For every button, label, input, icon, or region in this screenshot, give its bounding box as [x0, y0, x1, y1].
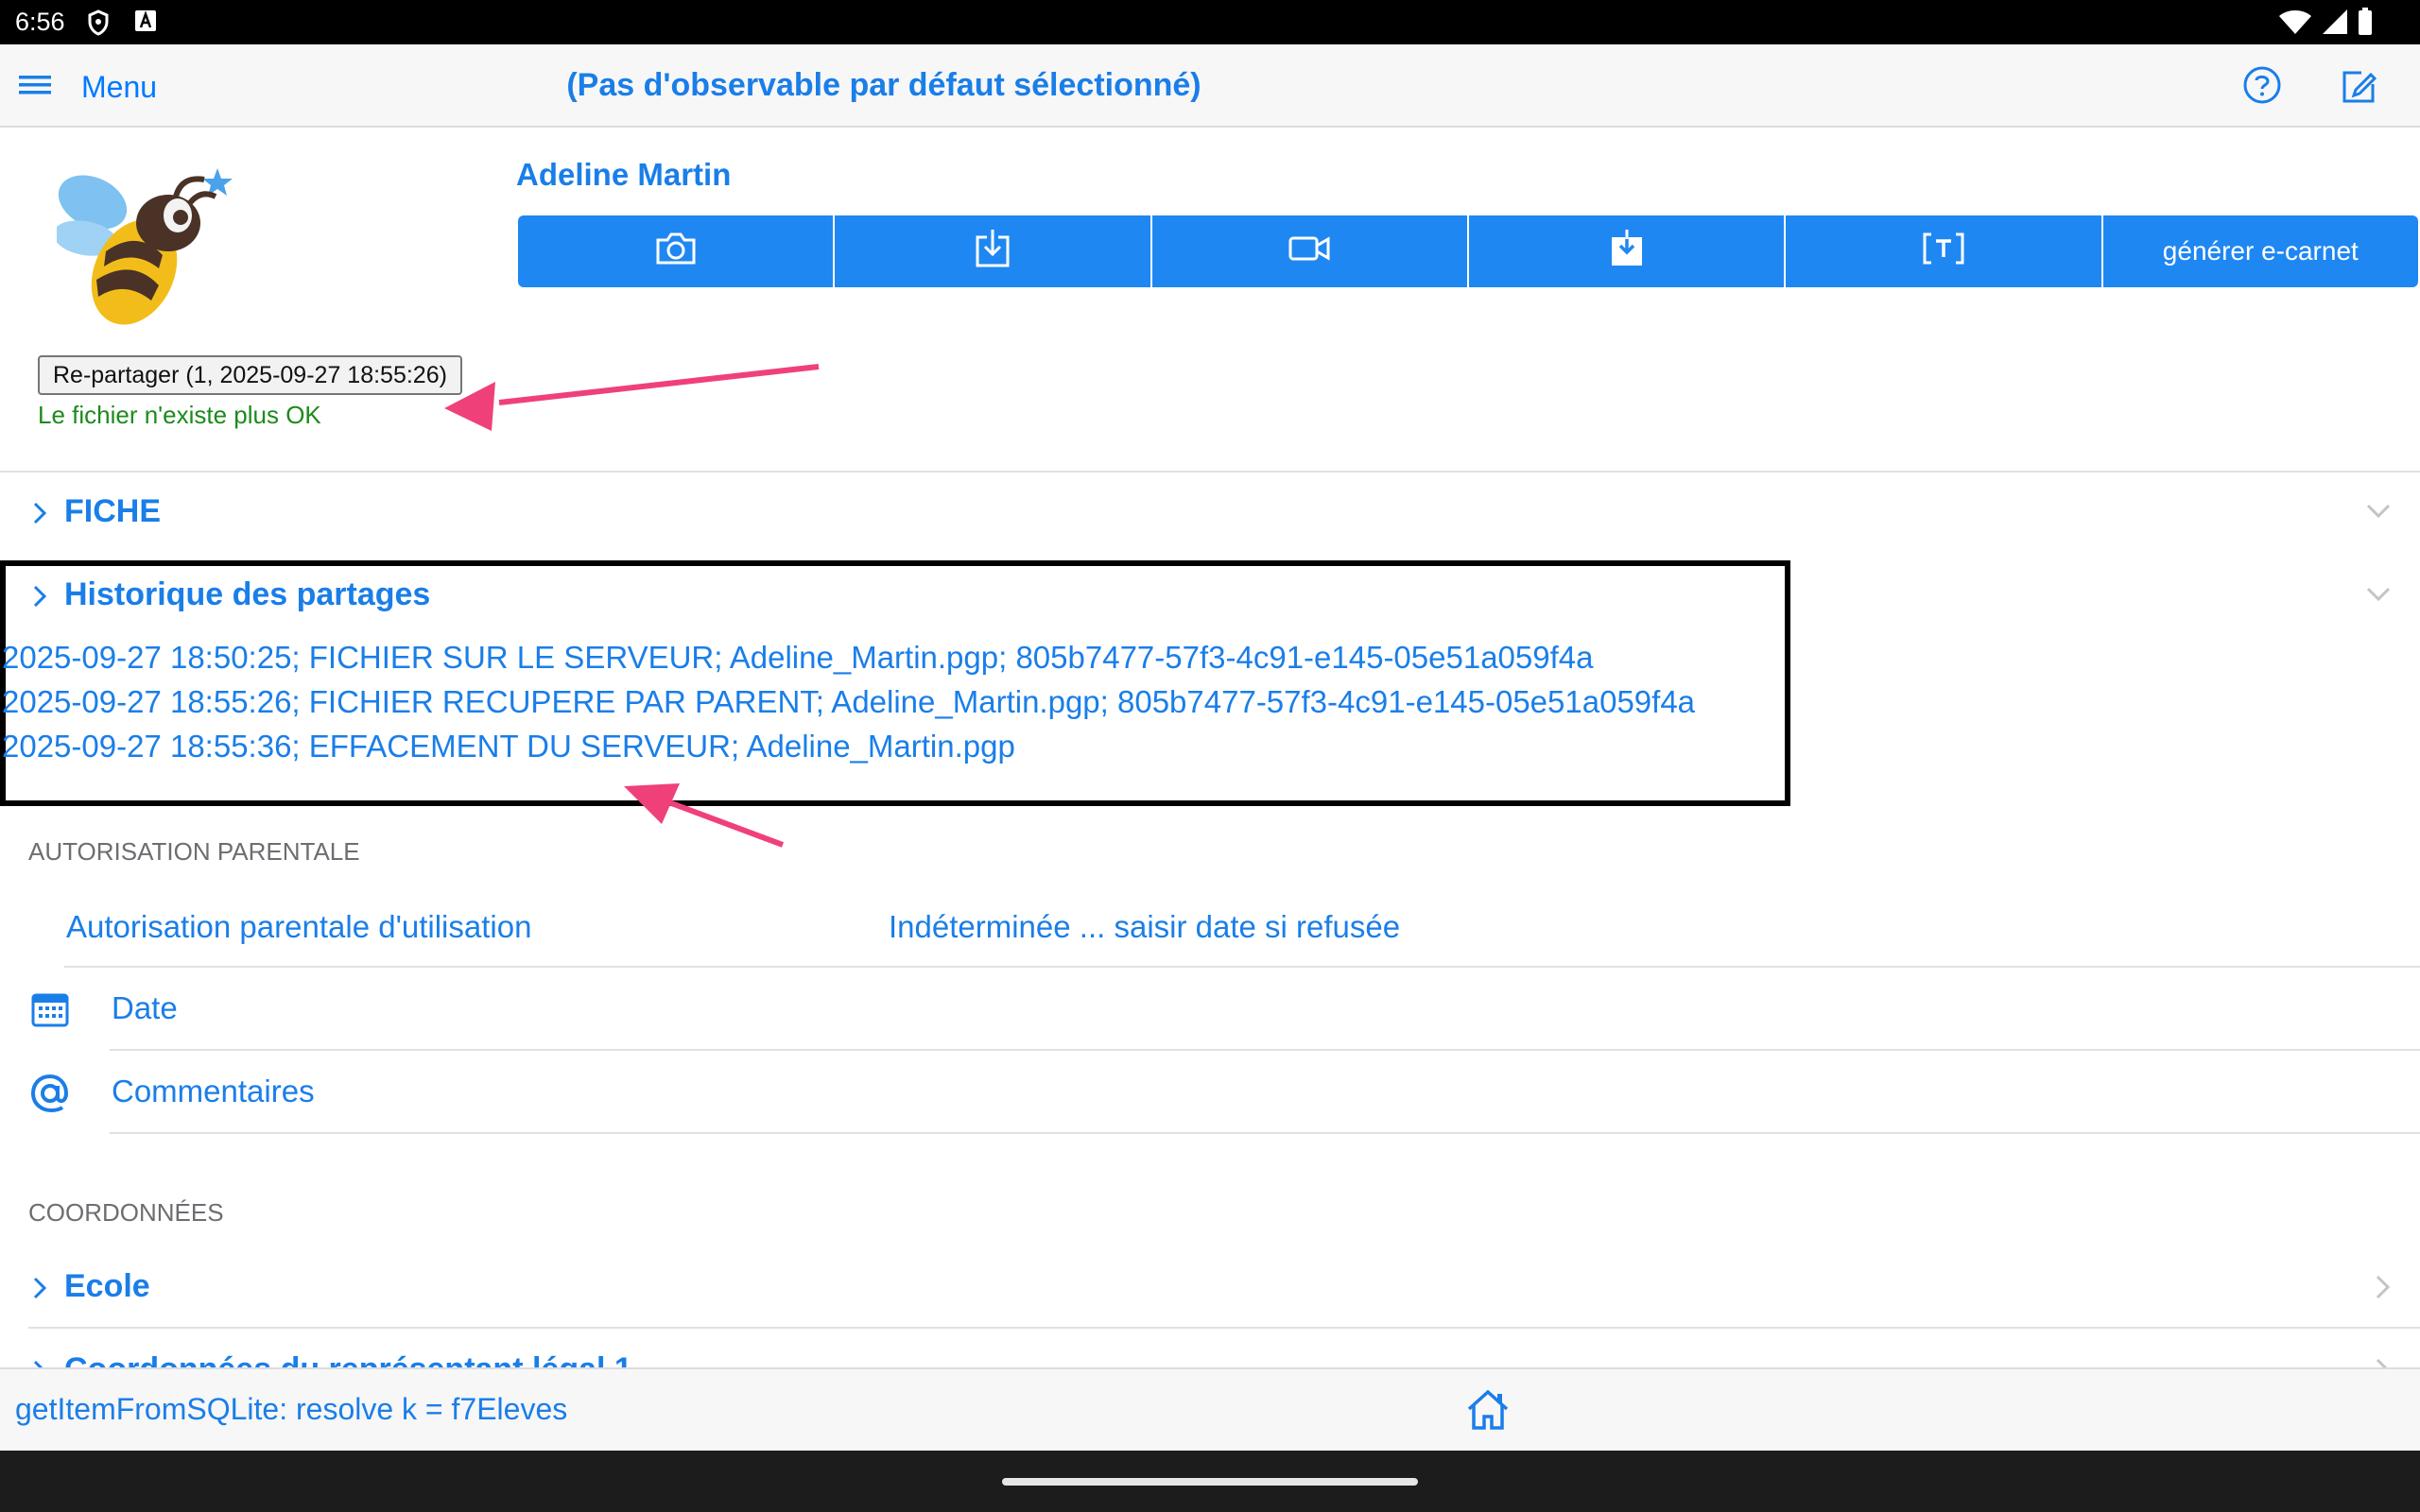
home-gesture-pill[interactable] [1002, 1478, 1418, 1486]
chevron-right-icon [32, 501, 47, 530]
parental-authorization-label: Autorisation parentale d'utilisation [66, 909, 532, 944]
accordion-representant[interactable]: Coordonnées du représentant légal 1 [0, 1342, 2420, 1367]
chevron-right-icon [32, 1276, 47, 1305]
comments-row[interactable]: Commentaires [0, 1062, 2420, 1128]
video-button[interactable] [1151, 215, 1469, 287]
download-filled-button[interactable] [1468, 215, 1787, 287]
keyboard-a-icon [134, 9, 157, 37]
text-box-button[interactable] [1786, 215, 2103, 287]
home-icon[interactable] [1465, 1388, 1511, 1436]
log-text: getItemFromSQLite: resolve k = f7Eleves [15, 1392, 568, 1426]
system-nav-bar [0, 1451, 2420, 1512]
history-line: 2025-09-27 18:55:36; EFFACEMENT DU SERVE… [2, 729, 1015, 764]
header-divider [0, 471, 2420, 472]
section-title-parental: AUTORISATION PARENTALE [28, 837, 360, 866]
video-icon [1288, 234, 1330, 269]
student-name: Adeline Martin [516, 157, 732, 192]
section-title-coords: COORDONNÉES [28, 1198, 224, 1227]
accordion-ecole-label: Ecole [64, 1268, 150, 1304]
status-time: 6:56 [15, 8, 65, 36]
nav-bar: Menu (Pas d'observable par défaut sélect… [0, 44, 2420, 128]
parental-authorization-value: Indéterminée ... saisir date si refusée [889, 909, 1401, 944]
accordion-fiche-label: FICHE [64, 493, 161, 529]
bottom-toolbar: getItemFromSQLite: resolve k = f7Eleves [0, 1367, 2420, 1451]
chevron-down-icon [2365, 586, 2392, 608]
edit-icon[interactable] [2339, 67, 2378, 112]
generate-ecarnet-button[interactable]: générer e-carnet [2102, 215, 2418, 287]
history-line: 2025-09-27 18:55:26; FICHIER RECUPERE PA… [2, 684, 1696, 719]
reshare-button[interactable]: Re-partager (1, 2025-09-27 18:55:26) [38, 355, 462, 395]
camera-button[interactable] [518, 215, 836, 287]
action-bar: générer e-carnet [518, 215, 2418, 287]
calendar-icon [30, 990, 70, 1033]
page-title: (Pas d'observable par défaut sélectionné… [566, 67, 1201, 103]
accordion-representant-label: Coordonnées du représentant légal 1 [64, 1351, 632, 1367]
chevron-right-icon [32, 1359, 47, 1367]
date-row[interactable]: Date [0, 979, 2420, 1045]
accordion-fiche[interactable]: FICHE [0, 484, 2420, 541]
chevron-down-icon [2365, 503, 2392, 524]
download-icon [974, 228, 1011, 276]
comments-label: Commentaires [112, 1074, 315, 1108]
battery-icon [2358, 8, 2373, 41]
row-divider [110, 1132, 2420, 1134]
history-line: 2025-09-27 18:50:25; FICHIER SUR LE SERV… [2, 640, 1594, 675]
shield-icon [87, 9, 110, 41]
history-highlight-box [0, 560, 1790, 806]
camera-icon [654, 231, 698, 273]
bee-logo-icon [53, 161, 236, 341]
annotation-arrow-1 [444, 364, 820, 431]
help-icon[interactable] [2242, 65, 2282, 110]
parental-authorization-row[interactable]: Autorisation parentale d'utilisation Ind… [0, 898, 2420, 964]
text-box-icon [1922, 232, 1965, 272]
file-status-text: Le fichier n'existe plus OK [38, 401, 321, 429]
row-divider [64, 966, 2420, 968]
download-filled-icon [1608, 228, 1646, 276]
generate-ecarnet-label: générer e-carnet [2162, 236, 2359, 266]
chevron-right-icon [2375, 1274, 2392, 1305]
accordion-ecole[interactable]: Ecole [0, 1259, 2420, 1315]
date-label: Date [112, 990, 178, 1025]
status-bar: 6:56 [0, 0, 2420, 44]
wifi-icon [2278, 9, 2312, 40]
signal-icon [2322, 9, 2348, 40]
clipped-row-container: Coordonnées du représentant légal 1 [0, 1327, 2420, 1367]
download-button[interactable] [835, 215, 1152, 287]
at-sign-icon [28, 1072, 72, 1120]
row-divider [110, 1049, 2420, 1051]
chevron-right-icon [2375, 1357, 2392, 1367]
